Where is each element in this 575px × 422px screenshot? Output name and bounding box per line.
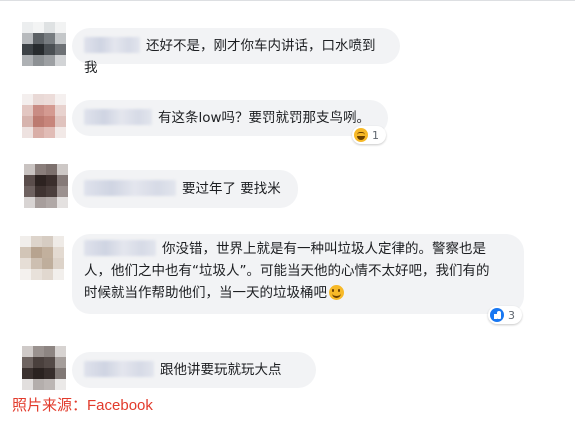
comment-bubble: 有这条low吗？要罚就罚那支鸟咧。 xyxy=(72,100,388,136)
comment-text-line-1: 你没错，世界上就是有一种叫垃圾人定律的。警察也是 xyxy=(162,241,486,257)
author-name[interactable] xyxy=(84,361,154,377)
reaction-summary[interactable]: 3 xyxy=(488,306,522,324)
comment-text: 跟他讲要玩就玩大点 xyxy=(160,362,282,378)
photo-source-caption: 照片来源：Facebook xyxy=(12,397,153,414)
like-icon xyxy=(490,308,504,322)
avatar[interactable] xyxy=(24,164,68,208)
haha-icon xyxy=(354,128,368,142)
reaction-count: 3 xyxy=(508,308,515,322)
avatar[interactable] xyxy=(22,94,66,138)
comment-bubble: 跟他讲要玩就玩大点 xyxy=(72,352,316,388)
comment-text-line-3: 时候就当作帮助他们，当一天的垃圾桶吧 xyxy=(84,285,327,301)
author-name[interactable] xyxy=(84,240,156,256)
author-name[interactable] xyxy=(84,37,140,53)
comment-text: 要过年了 要找米 xyxy=(182,181,281,197)
avatar[interactable] xyxy=(22,22,66,66)
comment-bubble: 你没错，世界上就是有一种叫垃圾人定律的。警察也是 人，他们之中也有“垃圾人”。可… xyxy=(72,234,524,314)
author-name[interactable] xyxy=(84,180,176,196)
reaction-count: 1 xyxy=(372,128,379,142)
author-name[interactable] xyxy=(84,109,152,125)
reaction-summary[interactable]: 1 xyxy=(352,126,386,144)
smiling-emoji xyxy=(329,285,344,300)
avatar[interactable] xyxy=(20,236,64,280)
avatar[interactable] xyxy=(22,346,66,390)
comment-bubble: 还好不是，刚才你车内讲话，口水喷到我 xyxy=(72,28,400,76)
comment-text: 有这条low吗？要罚就罚那支鸟咧。 xyxy=(158,110,371,126)
comment-text-line-2: 人，他们之中也有“垃圾人”。可能当天他的心情不太好吧，我们有的 xyxy=(84,263,490,279)
comment-bubble: 要过年了 要找米 xyxy=(72,170,298,208)
top-divider xyxy=(0,0,575,1)
